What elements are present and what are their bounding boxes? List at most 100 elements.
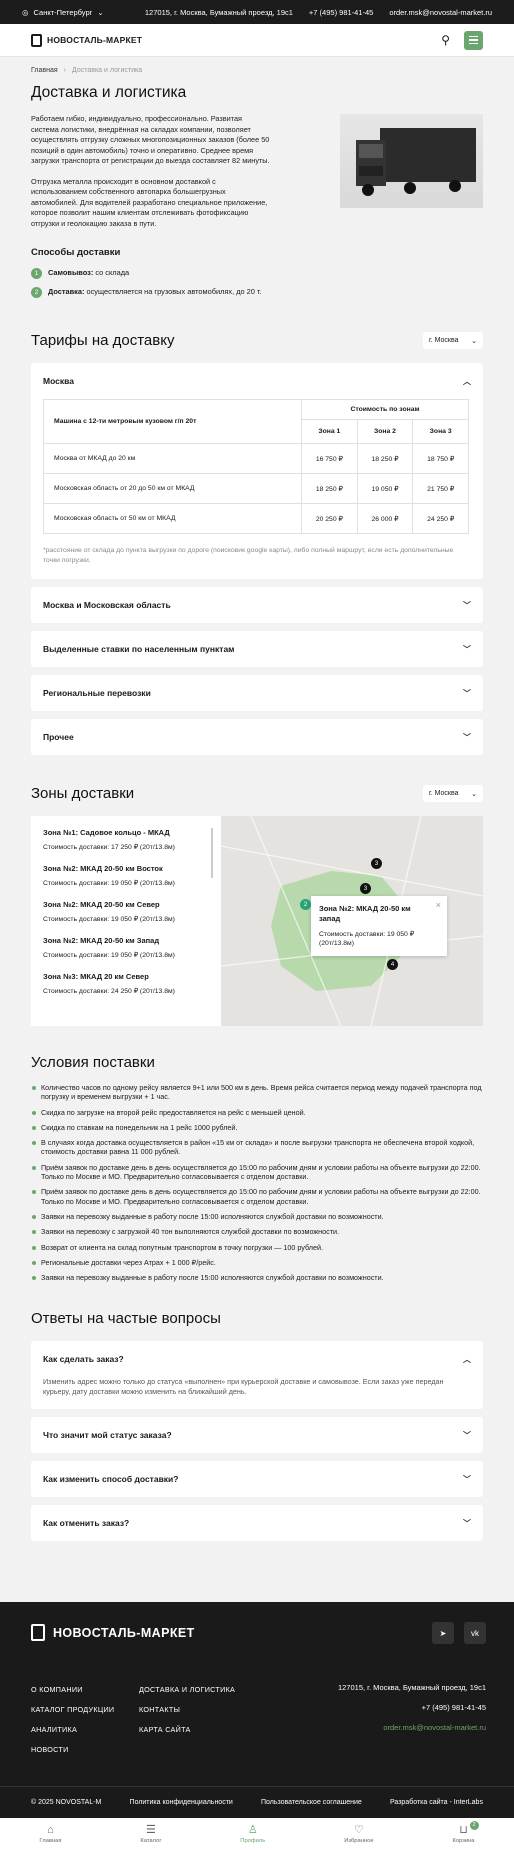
tab-favorites[interactable]: ♡ Избранное (344, 1823, 373, 1844)
footer-email[interactable]: order.msk@novostal-market.ru (338, 1720, 486, 1736)
method-desc: осуществляется на грузовых автомобилях, … (84, 287, 262, 296)
table-head-left: Машина с 12-ти метровым кузовом г/п 20т (43, 399, 302, 444)
faq-item[interactable]: Как отменить заказ? ﹀ (31, 1505, 483, 1542)
cell-price: 18 250 ₽ (356, 443, 414, 474)
breadcrumb-home[interactable]: Главная (31, 67, 58, 74)
logo-text: НОВОСТАЛЬ-МАРКЕТ (47, 35, 143, 45)
map-marker[interactable]: 2 (300, 899, 311, 910)
tab-label: Главная (39, 1837, 62, 1844)
faq-open-item: Как сделать заказ? ︿ Изменить адрес можн… (31, 1341, 483, 1410)
privacy-link[interactable]: Политика конфиденциальности (130, 1799, 233, 1806)
table-row: Московская область от 50 км от МКАД 20 2… (43, 503, 469, 534)
footer-link[interactable]: КАТАЛОГ ПРОДУКЦИИ (31, 1700, 114, 1720)
vk-icon[interactable]: vk (464, 1622, 486, 1644)
telegram-icon[interactable]: ➤ (432, 1622, 454, 1644)
footer-logo-text: НОВОСТАЛЬ-МАРКЕТ (53, 1625, 195, 1640)
delivery-map[interactable]: 2 3 3 4 × Зона №2: МКАД 20-50 км запад С… (221, 816, 483, 1026)
tab-home[interactable]: ⌂ Главная (39, 1824, 62, 1844)
accordion-title: Прочее (43, 732, 74, 742)
footer-phone[interactable]: +7 (495) 981-41-45 (338, 1700, 486, 1716)
conditions-title: Условия поставки (31, 1054, 155, 1071)
cell-price: 26 000 ₽ (356, 503, 414, 534)
city-selector[interactable]: ◎ Санкт-Петербург ⌄ (22, 8, 104, 17)
list-item: Заявки на перевозку выданные в работу по… (31, 1212, 483, 1221)
zone-item[interactable]: Зона №2: МКАД 20-50 км Север Стоимость до… (43, 900, 221, 923)
faq-item[interactable]: Что значит мой статус заказа? ﹀ (31, 1417, 483, 1454)
cell-price: 18 250 ₽ (301, 473, 358, 504)
map-popup: × Зона №2: МКАД 20-50 км запад Стоимость… (311, 896, 447, 956)
list-item: Региональные доставки через Атрах + 1 00… (31, 1258, 483, 1267)
chevron-down-icon: ﹀ (463, 644, 471, 654)
topbar-email[interactable]: order.msk@novostal-market.ru (389, 8, 492, 17)
zones-title: Зоны доставки (31, 785, 135, 802)
map-marker[interactable]: 4 (387, 959, 398, 970)
accordion-item[interactable]: Региональные перевозки ﹀ (31, 675, 483, 711)
faq-item[interactable]: Как изменить способ доставки? ﹀ (31, 1461, 483, 1498)
accordion-item[interactable]: Москва и Московская область ﹀ (31, 587, 483, 623)
chevron-down-icon: ⌄ (97, 7, 104, 17)
zones-city-select[interactable]: г. Москва ⌄ (423, 785, 483, 802)
site-footer: НОВОСТАЛЬ-МАРКЕТ ➤ vk О КОМПАНИИ КАТАЛОГ… (0, 1602, 514, 1786)
list-item: Скидка по ставкам на понедельник на 1 ре… (31, 1123, 483, 1132)
zone-item[interactable]: Зона №2: МКАД 20-50 км Запад Стоимость до… (43, 936, 221, 959)
scrollbar[interactable] (211, 828, 213, 878)
map-marker[interactable]: 3 (371, 858, 382, 869)
bookmark-icon: ♡ (353, 1823, 364, 1836)
footer-link[interactable]: КОНТАКТЫ (139, 1700, 235, 1720)
developer-link[interactable]: Разработка сайта - InterLabs (390, 1799, 483, 1806)
tab-profile[interactable]: ♙ Профиль (240, 1824, 265, 1844)
chevron-down-icon: ﹀ (463, 688, 471, 698)
breadcrumb-separator-icon: › (63, 67, 66, 74)
zone-list: Зона №1: Садовое кольцо - МКАД Стоимость … (31, 816, 221, 1026)
zone-item[interactable]: Зона №2: МКАД 20-50 км Восток Стоимость д… (43, 864, 221, 887)
chevron-down-icon: ﹀ (463, 1474, 471, 1484)
footer-link[interactable]: КАРТА САЙТА (139, 1720, 235, 1740)
popup-title: Зона №2: МКАД 20-50 км запад (319, 904, 411, 923)
tab-cart[interactable]: ⊔ 2 Корзина (452, 1820, 479, 1844)
copyright: © 2025 NOVOSTAL-M (31, 1799, 102, 1806)
cell-price: 18 750 ₽ (412, 443, 469, 474)
footer-link[interactable]: АНАЛИТИКА (31, 1720, 114, 1740)
tariffs-city-select[interactable]: г. Москва ⌄ (423, 332, 483, 349)
zone-price: Стоимость доставки: 24 250 ₽ (20т/13.8м) (43, 988, 175, 995)
accordion-title: Москва и Московская область (43, 600, 171, 610)
accordion-item[interactable]: Прочее ﹀ (31, 719, 483, 755)
zone-header: Зона 3 (412, 419, 469, 444)
footer-logo[interactable]: НОВОСТАЛЬ-МАРКЕТ (31, 1624, 195, 1641)
accordion-title: Выделенные ставки по населенным пунктам (43, 644, 235, 654)
method-item: 1 Самовывоз: со склада (31, 268, 483, 279)
menu-button[interactable] (464, 30, 483, 50)
step-number: 1 (31, 268, 42, 279)
method-item: 2 Доставка: осуществляется на грузовых а… (31, 287, 483, 298)
list-item: Заявки на перевозку с загрузкой 40 тон в… (31, 1227, 483, 1236)
method-name: Доставка: (48, 287, 85, 296)
logo-icon (31, 1624, 45, 1641)
zone-item[interactable]: Зона №3: МКАД 20 км Север Стоимость доста… (43, 972, 221, 995)
tab-label: Корзина (452, 1837, 475, 1844)
list-item: Приём заявок по доставке день в день осу… (31, 1163, 483, 1182)
terms-link[interactable]: Пользовательское соглашение (261, 1799, 362, 1806)
page-title: Доставка и логистика (31, 84, 187, 101)
zone-header: Зона 2 (356, 419, 414, 444)
search-icon[interactable]: ⚲ (441, 33, 450, 47)
accordion-header[interactable]: Как сделать заказ? ︿ (31, 1341, 483, 1377)
topbar-phone[interactable]: +7 (495) 981-41-45 (309, 8, 373, 17)
zone-item[interactable]: Зона №1: Садовое кольцо - МКАД Стоимость … (43, 828, 221, 851)
footer-link[interactable]: НОВОСТИ (31, 1740, 114, 1760)
accordion-header[interactable]: Москва ︿ (31, 363, 483, 399)
zone-title: Зона №1: Садовое кольцо - МКАД (43, 828, 170, 837)
truck-image (340, 114, 483, 208)
chevron-down-icon: ﹀ (463, 600, 471, 610)
tab-catalog[interactable]: ☰ Каталог (140, 1824, 161, 1844)
chevron-down-icon: ⌄ (471, 790, 477, 798)
list-item: Количество часов по одному рейсу являетс… (31, 1083, 483, 1102)
zone-header: Зона 1 (301, 419, 358, 444)
city-label: Санкт-Петербург (33, 7, 93, 17)
footer-link[interactable]: О КОМПАНИИ (31, 1680, 114, 1700)
site-logo[interactable]: НОВОСТАЛЬ-МАРКЕТ (31, 33, 143, 47)
footer-link[interactable]: ДОСТАВКА И ЛОГИСТИКА (139, 1680, 235, 1700)
accordion-item[interactable]: Выделенные ставки по населенным пунктам ﹀ (31, 631, 483, 667)
close-icon[interactable]: × (436, 900, 441, 910)
popup-price: Стоимость доставки: 19 050 ₽ (20т/13.8м) (319, 931, 415, 947)
map-marker[interactable]: 3 (360, 883, 371, 894)
